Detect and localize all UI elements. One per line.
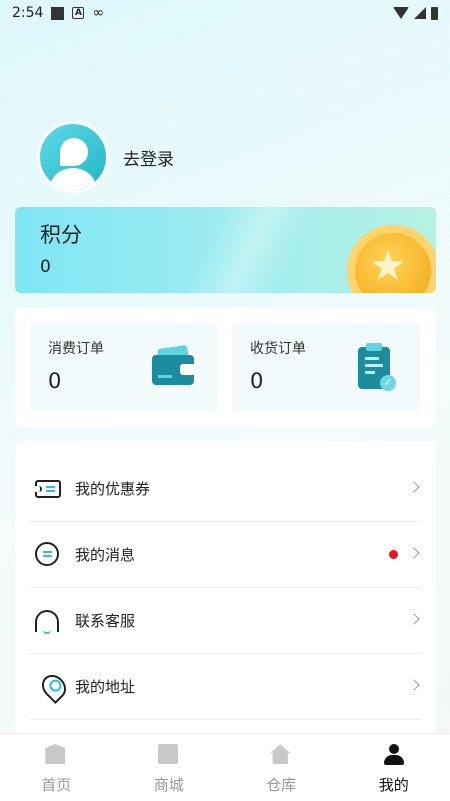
menu-item-customer-service[interactable]: 联系客服 — [29, 588, 422, 654]
tab-label: 我的 — [378, 776, 409, 794]
tab-label: 首页 — [41, 776, 72, 794]
menu-item-coupons[interactable]: 我的优惠券 — [29, 456, 422, 522]
order-count: 0 — [48, 369, 62, 393]
receiving-orders-card[interactable]: 收货订单 0 ✓ — [232, 323, 420, 411]
wallet-icon — [152, 344, 196, 387]
tab-home[interactable]: 首页 — [0, 734, 113, 801]
tab-mall[interactable]: 商城 — [113, 734, 226, 801]
notification-square-icon — [51, 6, 65, 20]
chevron-right-icon — [408, 679, 420, 691]
status-time: 2:54 — [12, 5, 44, 21]
profile-section[interactable]: 去登录 — [37, 121, 174, 193]
tab-mine[interactable]: 我的 — [338, 734, 450, 801]
chevron-right-icon — [408, 481, 420, 493]
order-count: 0 — [250, 369, 264, 393]
menu-item-label: 联系客服 — [75, 612, 136, 630]
headset-icon — [35, 608, 61, 634]
order-label: 收货订单 — [250, 341, 306, 357]
menu-item-address[interactable]: 我的地址 — [29, 654, 422, 720]
login-link[interactable]: 去登录 — [123, 145, 174, 170]
orders-section: 消费订单 0 收货订单 0 ✓ — [15, 307, 436, 427]
points-title: 积分 — [40, 223, 82, 247]
unread-badge — [389, 550, 398, 559]
tab-label: 仓库 — [266, 776, 297, 794]
clipboard-icon: ✓ — [358, 343, 396, 391]
points-value: 0 — [40, 257, 51, 277]
consumption-orders-card[interactable]: 消费订单 0 — [30, 323, 218, 411]
shop-bag-icon — [157, 744, 180, 766]
user-icon — [383, 744, 405, 766]
home-icon — [45, 744, 67, 766]
points-card[interactable]: 积分 0 ★ — [15, 207, 436, 293]
signal-icon — [414, 7, 426, 19]
tab-warehouse[interactable]: 仓库 — [225, 734, 338, 801]
menu-list: 我的优惠券 我的消息 联系客服 我的地址 — [15, 441, 436, 741]
avatar[interactable] — [37, 121, 109, 193]
menu-item-messages[interactable]: 我的消息 — [29, 522, 422, 588]
battery-icon — [431, 6, 438, 20]
a-notification-icon: A — [72, 7, 85, 19]
message-icon — [35, 541, 61, 568]
chevron-right-icon — [408, 547, 420, 559]
infinity-icon: ∞ — [92, 5, 105, 21]
bottom-tab-bar: 首页 商城 仓库 我的 — [0, 733, 450, 801]
coupon-icon — [35, 476, 61, 502]
order-label: 消费订单 — [48, 341, 104, 357]
chevron-right-icon — [408, 613, 420, 625]
warehouse-icon — [270, 744, 292, 766]
status-bar: 2:54 A ∞ — [0, 0, 450, 26]
wifi-icon — [393, 7, 409, 19]
menu-item-label: 我的地址 — [75, 678, 136, 696]
menu-item-label: 我的优惠券 — [75, 480, 151, 498]
tab-label: 商城 — [153, 776, 184, 794]
location-icon — [35, 669, 71, 704]
menu-item-label: 我的消息 — [75, 546, 136, 564]
